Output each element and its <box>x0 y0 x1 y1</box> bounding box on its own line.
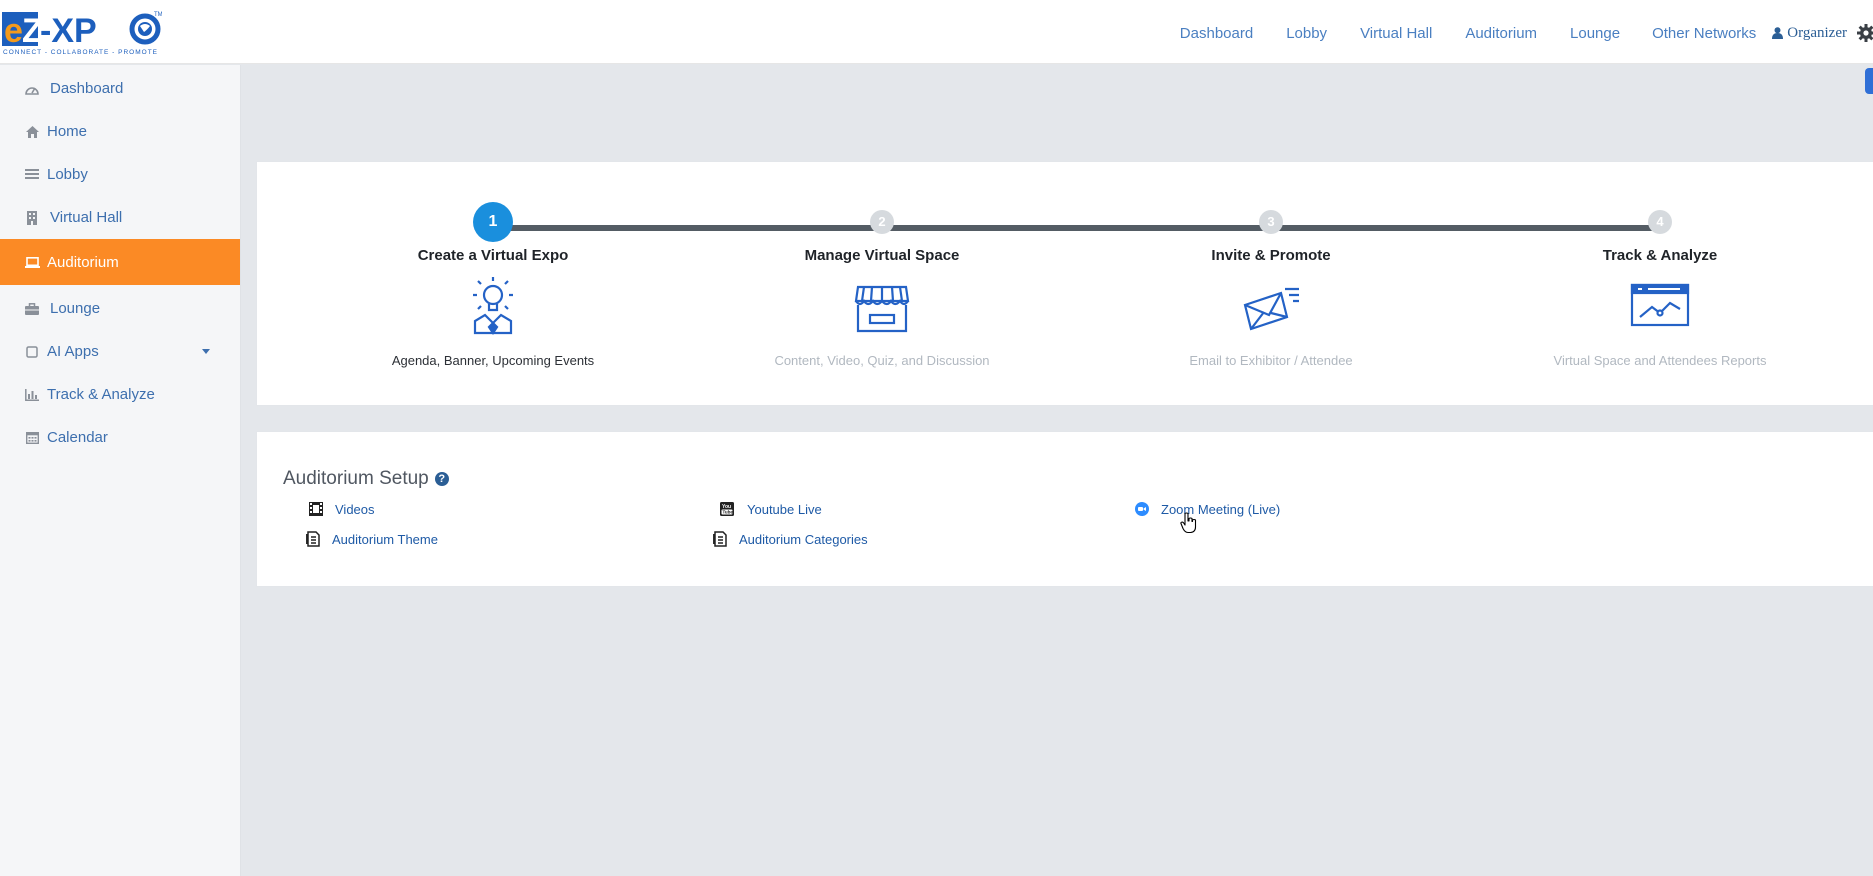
svg-text:e: e <box>4 12 23 50</box>
step-number-badge: 3 <box>1259 210 1283 234</box>
setup-title-text: Auditorium Setup <box>283 468 429 489</box>
videos-link[interactable]: Videos <box>308 501 375 517</box>
sidebar-item-label: Lounge <box>50 300 101 317</box>
organizer-label: Organizer <box>1787 24 1847 41</box>
topnav-auditorium-link[interactable]: Auditorium <box>1465 25 1537 42</box>
step-number-badge: 1 <box>473 202 513 242</box>
auditorium-categories-link[interactable]: Auditorium Categories <box>712 531 868 547</box>
laptop-icon <box>24 254 40 270</box>
sidebar-item-calendar[interactable]: Calendar <box>0 416 240 459</box>
briefcase-icon <box>24 301 40 317</box>
side-panel-toggle[interactable] <box>1865 68 1873 94</box>
setup-link-label: Auditorium Categories <box>739 531 868 547</box>
step-number-badge: 4 <box>1648 210 1672 234</box>
svg-text:CONNECT - COLLABORATE - PROMOT: CONNECT - COLLABORATE - PROMOTE <box>3 49 158 56</box>
film-icon <box>308 501 324 517</box>
sidebar-item-ai-apps[interactable]: AI Apps <box>0 330 240 373</box>
sidebar-item-virtual-hall[interactable]: Virtual Hall <box>0 196 240 239</box>
sidebar-item-label: Track & Analyze <box>47 386 155 403</box>
topnav-virtual-hall-link[interactable]: Virtual Hall <box>1360 25 1432 42</box>
youtube-live-link[interactable]: You Tube Youtube Live <box>719 501 822 517</box>
ez-xpo-logo[interactable]: e Z -XP TM CONNECT - COLLABORATE - PROMO… <box>2 8 163 56</box>
sidebar-item-auditorium[interactable]: Auditorium <box>0 239 240 285</box>
step-description: Agenda, Banner, Upcoming Events <box>391 353 595 368</box>
top-navigation: Dashboard Lobby Virtual Hall Auditorium … <box>1180 23 1873 43</box>
sidebar-item-dashboard[interactable]: Dashboard <box>0 67 240 110</box>
setup-title: Auditorium Setup ? <box>283 468 449 490</box>
step-create-virtual-expo[interactable]: 1 Create a Virtual Expo Agenda, Banner, … <box>343 162 643 407</box>
step-description: Content, Video, Quiz, and Discussion <box>774 353 990 368</box>
topnav-other-networks-link[interactable]: Other Networks <box>1652 25 1756 42</box>
step-title: Manage Virtual Space <box>804 247 960 264</box>
step-title: Invite & Promote <box>1211 247 1331 264</box>
step-manage-virtual-space[interactable]: 2 Manage Virtual Space Content, Video, Q… <box>732 162 1032 407</box>
dashboard-icon <box>24 81 40 97</box>
sidebar-item-label: Home <box>47 123 88 140</box>
home-icon <box>24 124 40 140</box>
svg-text:-XP: -XP <box>40 12 97 50</box>
sidebar-item-lounge[interactable]: Lounge <box>0 287 240 330</box>
square-icon <box>24 344 40 360</box>
auditorium-setup-panel: Auditorium Setup ? Videos You Tube Youtub… <box>256 431 1873 587</box>
sidebar-item-label: Lobby <box>47 166 88 183</box>
setup-link-label: Zoom Meeting (Live) <box>1161 501 1281 517</box>
zoom-icon <box>1134 501 1150 517</box>
top-bar: e Z -XP TM CONNECT - COLLABORATE - PROMO… <box>0 0 1873 64</box>
setup-steps-panel: 1 Create a Virtual Expo Agenda, Banner, … <box>256 161 1873 406</box>
step-title: Track & Analyze <box>1602 247 1718 264</box>
envelope-send-icon <box>1239 275 1303 339</box>
sidebar-item-home[interactable]: Home <box>0 110 240 153</box>
sidebar-item-track-analyze[interactable]: Track & Analyze <box>0 373 240 416</box>
building-icon <box>24 210 40 226</box>
topnav-lobby-link[interactable]: Lobby <box>1286 25 1327 42</box>
question-circle-icon[interactable]: ? <box>434 472 449 486</box>
svg-text:TM: TM <box>154 12 162 18</box>
organizer-menu[interactable]: Organizer <box>1772 25 1847 42</box>
svg-text:Tube: Tube <box>723 510 734 515</box>
sidebar-item-label: Calendar <box>47 429 108 446</box>
step-description: Virtual Space and Attendees Reports <box>1553 353 1767 368</box>
step-number-badge: 2 <box>870 210 894 234</box>
hand-pointer-cursor-icon <box>1180 512 1198 539</box>
topnav-dashboard-link[interactable]: Dashboard <box>1180 25 1253 42</box>
step-invite-promote[interactable]: 3 Invite & Promote Email to Exhibitor / … <box>1121 162 1421 407</box>
lobby-icon <box>24 167 40 183</box>
setup-link-label: Videos <box>335 501 375 517</box>
sidebar-item-label: Virtual Hall <box>50 209 123 226</box>
lightbulb-presenter-icon <box>461 275 525 339</box>
bar-chart-icon <box>24 387 40 403</box>
setup-link-label: Auditorium Theme <box>332 531 438 547</box>
sidebar: Dashboard Home Lobby Virtual Hall Audito… <box>0 65 241 876</box>
document-icon <box>305 531 321 547</box>
calendar-icon <box>24 430 40 446</box>
storefront-icon <box>850 275 914 339</box>
sidebar-item-label: Auditorium <box>47 253 119 271</box>
document-icon <box>712 531 728 547</box>
step-track-analyze[interactable]: 4 Track & Analyze Virtual Space and Atte… <box>1510 162 1810 407</box>
youtube-icon: You Tube <box>719 501 735 517</box>
zoom-meeting-link[interactable]: Zoom Meeting (Live) <box>1134 501 1280 517</box>
analytics-window-icon <box>1628 275 1692 339</box>
topnav-lounge-link[interactable]: Lounge <box>1570 25 1620 42</box>
step-title: Create a Virtual Expo <box>417 247 569 264</box>
sidebar-item-lobby[interactable]: Lobby <box>0 153 240 196</box>
step-description: Email to Exhibitor / Attendee <box>1189 353 1353 368</box>
chevron-down-icon[interactable] <box>202 349 210 354</box>
user-icon <box>1772 27 1784 39</box>
sidebar-item-label: Dashboard <box>50 80 124 97</box>
sidebar-item-label: AI Apps <box>47 343 99 360</box>
auditorium-theme-link[interactable]: Auditorium Theme <box>305 531 438 547</box>
setup-link-label: Youtube Live <box>747 501 822 517</box>
progress-track <box>493 225 1663 231</box>
gear-icon[interactable] <box>1857 24 1873 42</box>
